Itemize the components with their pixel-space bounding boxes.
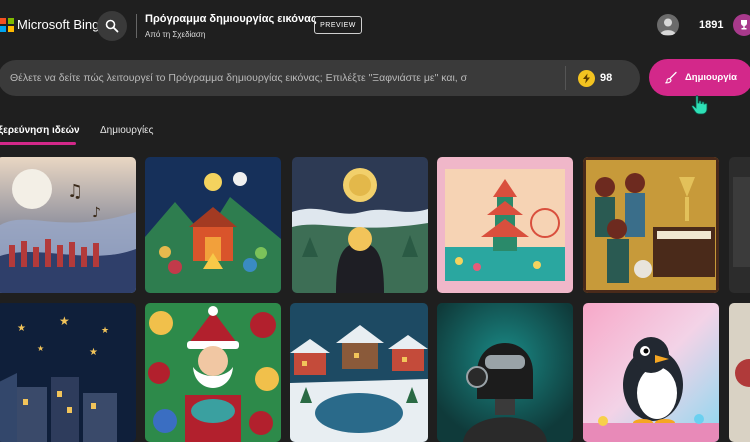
- active-tab-indicator: [0, 142, 76, 145]
- svg-text:★: ★: [101, 326, 109, 336]
- gallery-image-orchestra-dreamscape[interactable]: ♫ ♪: [0, 157, 136, 293]
- gallery-image-papercut-campfire[interactable]: [145, 157, 281, 293]
- prompt-input[interactable]: [10, 60, 530, 96]
- svg-text:★: ★: [89, 347, 98, 358]
- gallery-image-santa-with-ornaments[interactable]: [145, 303, 281, 442]
- gallery-image-paper-pagoda-diorama[interactable]: [437, 157, 573, 293]
- microsoft-logo-icon[interactable]: [0, 18, 14, 32]
- brand-name[interactable]: Microsoft Bing: [17, 17, 99, 32]
- preview-button[interactable]: PREVIEW: [314, 16, 362, 34]
- hand-cursor-icon: [691, 95, 708, 115]
- gallery-image-snowy-village-pond[interactable]: [290, 303, 428, 442]
- search-button[interactable]: [97, 11, 127, 41]
- user-avatar-icon: [660, 18, 676, 35]
- tab-explore-ideas[interactable]: Εξερεύνηση ιδεών: [0, 125, 80, 136]
- gallery-image-women-at-piano-mosaic[interactable]: [583, 157, 719, 293]
- boosts-counter[interactable]: 98: [578, 69, 612, 87]
- gallery-image-cartoon-penguin[interactable]: [583, 303, 719, 442]
- top-bar: Microsoft Bing Πρόγραμμα δημιουργίας εικ…: [0, 0, 750, 52]
- svg-text:★: ★: [59, 314, 70, 328]
- gallery-image-partial-right-1[interactable]: [729, 157, 750, 293]
- page-subtitle[interactable]: Από τη Σχεδίαση: [145, 30, 205, 39]
- tabs: Εξερεύνηση ιδεών Δημιουργίες: [0, 120, 750, 150]
- gallery-image-partial-right-2[interactable]: [729, 303, 750, 442]
- prompt-bar: 98: [0, 60, 640, 96]
- create-button-label: Δημιουργία: [684, 72, 738, 83]
- header-divider: [136, 14, 137, 38]
- brush-icon: [664, 71, 677, 84]
- svg-text:★: ★: [17, 323, 26, 334]
- rewards-points[interactable]: 1891: [699, 19, 723, 31]
- gallery-image-starry-night-town[interactable]: ★ ★ ★ ★ ★: [0, 303, 136, 442]
- svg-text:♫: ♫: [67, 181, 83, 202]
- page-title: Πρόγραμμα δημιουργίας εικόνας: [145, 13, 317, 25]
- gallery-image-moonlit-papercut-village[interactable]: [292, 157, 428, 293]
- svg-text:★: ★: [37, 344, 44, 353]
- create-button[interactable]: Δημιουργία: [649, 59, 750, 96]
- lightning-icon: [578, 69, 595, 87]
- search-icon: [105, 19, 119, 33]
- gallery-image-robot-portrait[interactable]: [437, 303, 573, 442]
- tab-creations[interactable]: Δημιουργίες: [100, 125, 153, 136]
- prompt-divider: [565, 66, 566, 90]
- svg-text:♪: ♪: [92, 205, 101, 221]
- boosts-count: 98: [600, 72, 613, 84]
- trophy-icon: [741, 20, 747, 30]
- avatar[interactable]: [657, 14, 679, 36]
- rewards-button[interactable]: [733, 14, 750, 36]
